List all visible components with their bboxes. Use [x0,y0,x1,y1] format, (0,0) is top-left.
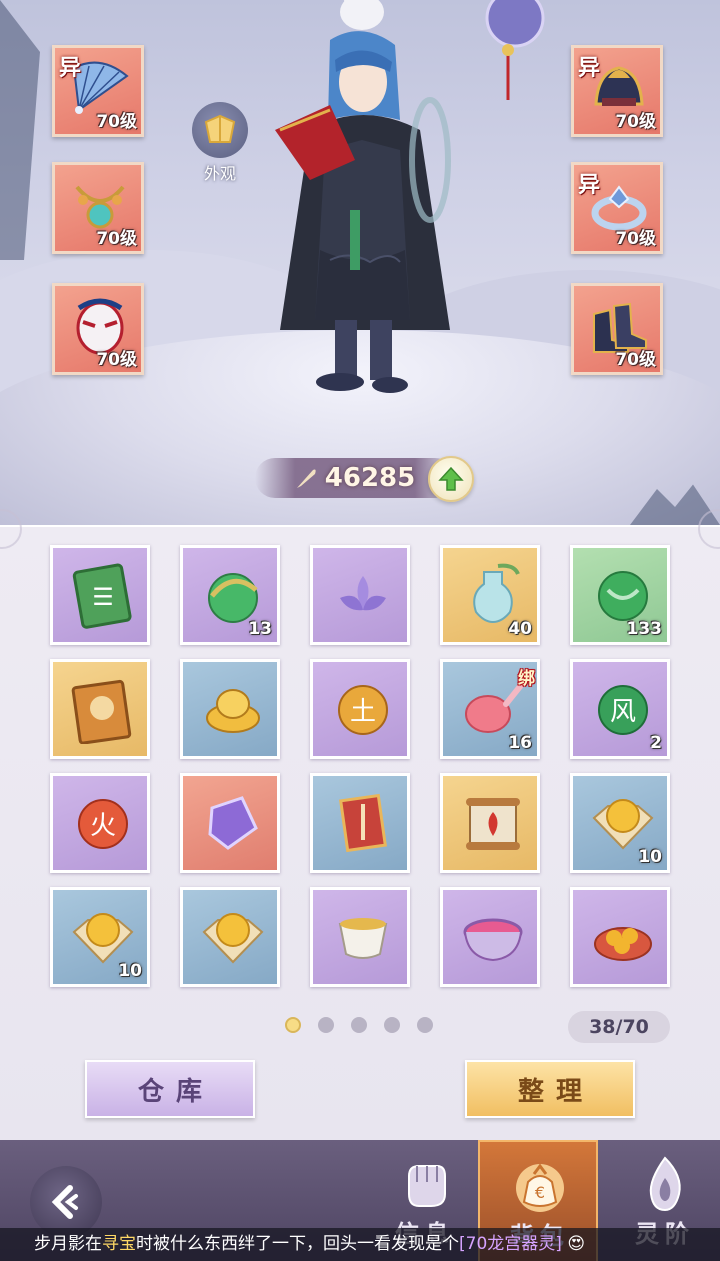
inventory-slot-earth-orb[interactable]: 土 [310,659,410,759]
special-tag: 异 [578,173,601,198]
equip-level: 70级 [615,229,656,249]
inventory-slot-pearl-cloth[interactable] [180,887,280,987]
inventory-slot-green-orb[interactable]: 13 [180,545,280,645]
sword-card-icon [339,793,387,853]
combat-power-value: 46285 [324,463,416,493]
pearl-cloth-icon [202,913,264,964]
equip-slot-helmet[interactable]: 异 70级 [571,45,663,137]
page-dot[interactable] [285,1017,301,1033]
page-dot[interactable] [384,1017,400,1033]
inventory-slot-purple-lotus[interactable] [310,545,410,645]
portrait-book-icon [71,679,132,744]
inventory-slot-pearl-cloth[interactable]: 10 [570,773,670,873]
item-count: 13 [248,619,272,639]
food-box-icon [594,927,652,961]
equip-slot-ring[interactable]: 异 70级 [571,162,663,254]
inventory-slot-pearl-cloth[interactable]: 10 [50,887,150,987]
item-count: 10 [118,961,142,981]
incense-bowl-icon [463,918,523,962]
page-indicator [285,1017,433,1033]
gift-book-icon: ☰ [72,563,132,629]
purple-crystal-icon [208,796,258,850]
power-upgrade-button[interactable] [428,456,474,502]
fire-orb-icon: 火 [78,799,128,849]
inventory-slot-incense-bowl[interactable] [440,887,540,987]
purple-lotus-icon [340,576,386,611]
bag-capacity: 38/70 [568,1011,670,1043]
svg-text:土: 土 [350,697,376,727]
sort-button[interactable]: 整理 [465,1060,635,1118]
announcement-player[interactable]: 步月影 [34,1234,85,1254]
announcement-place[interactable]: 寻宝 [102,1234,136,1254]
equip-level: 70级 [96,350,137,370]
system-announcement: 步月影在寻宝时被什么东西绊了一下，回头一看发现是个[70龙宫器灵] 😍 [0,1228,720,1261]
inventory-slot-wind-orb[interactable]: 风2 [570,659,670,759]
svg-text:风: 风 [610,697,636,727]
lantern-ornament [485,0,545,100]
item-count: 133 [626,619,663,639]
quill-icon [296,469,316,488]
gold-ingot-icon [206,689,260,733]
announcement-text: 时被什么东西绊了一下，回头一看发现是个 [136,1234,459,1254]
bound-tag: 绑 [518,669,535,689]
flame-icon [649,1156,681,1212]
equip-level: 70级 [615,350,656,370]
item-count: 2 [650,733,662,753]
inventory-slot-gold-ingot[interactable] [180,659,280,759]
arrow-up-icon [438,466,464,491]
combat-power: 46285 [255,458,455,498]
emoji-icon: 😍 [567,1234,586,1254]
announcement-text: 在 [85,1234,102,1254]
equip-slot-boots[interactable]: 70级 [571,283,663,375]
player-character[interactable] [250,0,480,400]
item-count: 16 [508,733,532,753]
warehouse-button[interactable]: 仓库 [85,1060,255,1118]
fist-icon [408,1165,446,1207]
inventory-slot-portrait-book[interactable] [50,659,150,759]
inventory-slot-gift-book[interactable]: ☰ [50,545,150,645]
inventory-slot-food-box[interactable] [570,887,670,987]
page-dot[interactable] [351,1017,367,1033]
special-tag: 异 [578,56,601,81]
inventory-slot-potion-bottle[interactable]: 40 [440,545,540,645]
inventory-slot-tea-cup[interactable] [310,887,410,987]
equip-slot-weapon[interactable]: 异 70级 [52,45,144,137]
page-dot[interactable] [318,1017,334,1033]
back-arrow-icon [51,1185,78,1219]
tea-cup-icon [338,918,388,959]
bag-icon: € [516,1163,564,1212]
equip-level: 70级 [96,229,137,249]
inventory-slot-sword-card[interactable] [310,773,410,873]
equip-level: 70级 [615,112,656,132]
inventory-slot-jade-orb[interactable]: 133 [570,545,670,645]
wardrobe-icon [204,114,236,143]
appearance-label: 外观 [203,164,236,183]
equip-slot-mask[interactable]: 70级 [52,283,144,375]
inventory-slot-flame-scroll[interactable] [440,773,540,873]
earth-orb-icon: 土 [338,685,388,735]
page-dot[interactable] [417,1017,433,1033]
special-tag: 异 [59,56,82,81]
inventory-slot-red-spoon[interactable]: 绑 16 [440,659,540,759]
equip-slot-necklace[interactable]: 70级 [52,162,144,254]
announcement-item[interactable]: [70龙宫器灵] [459,1234,562,1254]
svg-text:☰: ☰ [92,583,114,611]
wind-orb-icon: 风 [598,685,648,735]
flame-scroll-icon [466,798,520,850]
svg-text:火: 火 [90,811,116,841]
appearance-button[interactable]: 外观 [190,102,250,184]
item-count: 40 [508,619,532,639]
inventory-slot-purple-crystal[interactable] [180,773,280,873]
inventory-slot-fire-orb[interactable]: 火 [50,773,150,873]
character-scene: 异 70级 70级 70级 异 70级 异 70级 70级 外观 46285 [0,0,720,525]
item-count: 10 [638,847,662,867]
svg-text:€: € [535,1183,545,1202]
equip-level: 70级 [96,112,137,132]
